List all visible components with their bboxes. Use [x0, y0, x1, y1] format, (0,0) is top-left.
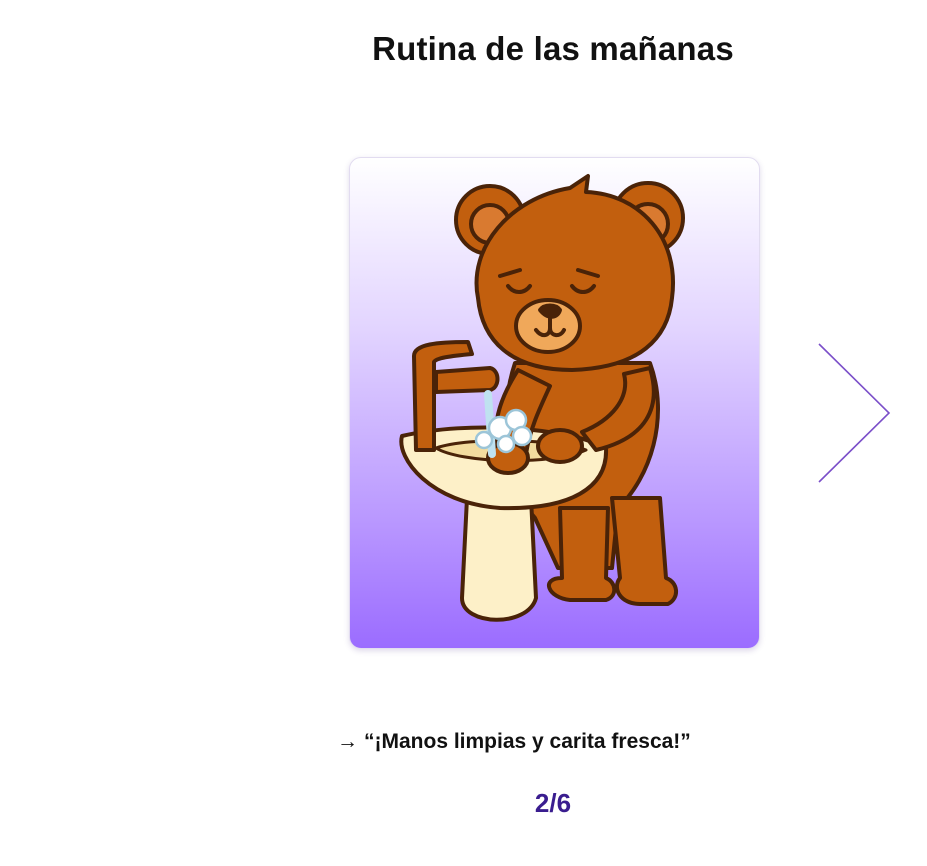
page-title: Rutina de las mañanas: [372, 30, 734, 67]
chevron-right-icon[interactable]: [815, 340, 895, 490]
caption-text: “¡Manos limpias y carita fresca!”: [364, 730, 691, 753]
illustration-card: [349, 157, 760, 649]
arrow-right-icon: →: [337, 730, 358, 753]
routine-caption: → “¡Manos limpias y carita fresca!”: [337, 730, 691, 754]
page-counter: 2/6: [534, 788, 572, 818]
bear-washing-hands-illustration: [399, 174, 685, 622]
